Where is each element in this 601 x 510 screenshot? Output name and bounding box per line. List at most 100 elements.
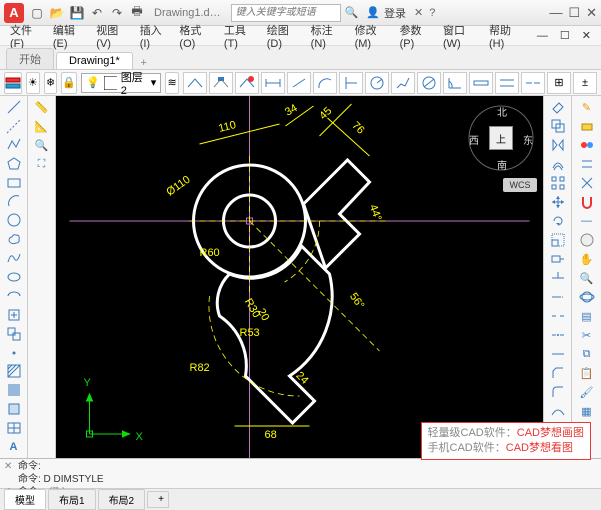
spline-tool[interactable]: [3, 249, 25, 267]
menu-format[interactable]: 格式(O): [175, 22, 215, 50]
menu-param[interactable]: 参数(P): [396, 22, 435, 50]
menu-window[interactable]: 窗口(W): [439, 22, 481, 50]
tab-add-button[interactable]: +: [135, 57, 153, 69]
clipboard-copy-tool[interactable]: ⧉: [576, 345, 598, 363]
layer-combo[interactable]: 💡 图层2 ▾: [81, 73, 161, 93]
menu-file[interactable]: 文件(F): [6, 22, 45, 50]
hatch-tool[interactable]: [3, 362, 25, 380]
stretch-tool[interactable]: [547, 250, 569, 268]
magnet-tool[interactable]: [576, 193, 598, 211]
dim-space-icon[interactable]: ⊞: [547, 72, 571, 94]
wcs-badge[interactable]: WCS: [503, 178, 537, 192]
dim-diameter-icon[interactable]: [417, 72, 441, 94]
gradient-tool[interactable]: [3, 381, 25, 399]
tab-drawing1[interactable]: Drawing1*: [56, 52, 133, 69]
exchange-icon[interactable]: ✕: [414, 6, 423, 19]
line-tool[interactable]: [3, 98, 25, 116]
fillet-tool[interactable]: [547, 383, 569, 401]
cut-tool[interactable]: ✂: [576, 326, 598, 344]
break-point-tool[interactable]: [547, 307, 569, 325]
mirror-tool[interactable]: [547, 136, 569, 154]
trim-tool[interactable]: [547, 269, 569, 287]
doc-restore-icon[interactable]: ☐: [556, 29, 574, 42]
dim-radius-icon[interactable]: [365, 72, 389, 94]
menu-tools[interactable]: 工具(T): [220, 22, 259, 50]
dim-angular-icon[interactable]: [443, 72, 467, 94]
constraint2-tool[interactable]: [576, 174, 598, 192]
break-tool[interactable]: [547, 326, 569, 344]
close-icon[interactable]: ✕: [586, 5, 597, 21]
maximize-icon[interactable]: ☐: [568, 5, 580, 21]
layer-properties-button[interactable]: [4, 72, 22, 94]
print-icon[interactable]: 🖶: [130, 6, 144, 20]
drawing-canvas[interactable]: 110 34 45 76 44° 56° Ø110 R60 R30 20 R53…: [56, 96, 543, 458]
props2-tool[interactable]: [576, 136, 598, 154]
polyline-tool[interactable]: [3, 136, 25, 154]
layer-iso3-icon[interactable]: [235, 72, 259, 94]
measure-tool[interactable]: 📐: [31, 117, 53, 135]
dim-jog-icon[interactable]: [391, 72, 415, 94]
tab-start[interactable]: 开始: [6, 48, 54, 69]
menu-modify[interactable]: 修改(M): [351, 22, 392, 50]
dim-continue-icon[interactable]: [521, 72, 545, 94]
cmd-close-icon[interactable]: ✕: [4, 460, 16, 472]
doc-minimize-icon[interactable]: —: [533, 30, 552, 42]
open-icon[interactable]: 📂: [50, 6, 64, 20]
search-input[interactable]: [231, 4, 341, 22]
menu-edit[interactable]: 编辑(E): [49, 22, 88, 50]
menu-view[interactable]: 视图(V): [92, 22, 131, 50]
point-tool[interactable]: [3, 344, 25, 362]
offset-tool[interactable]: [547, 155, 569, 173]
table-tool[interactable]: [3, 419, 25, 437]
menu-help[interactable]: 帮助(H): [485, 22, 525, 50]
circle-tool[interactable]: [3, 211, 25, 229]
pan-tool[interactable]: ✋: [576, 250, 598, 268]
array-tool[interactable]: [547, 174, 569, 192]
rectangle-tool[interactable]: [3, 174, 25, 192]
dim-arc-icon[interactable]: [313, 72, 337, 94]
ellipse-tool[interactable]: [3, 268, 25, 286]
props1-tool[interactable]: [576, 117, 598, 135]
ellipse-arc-tool[interactable]: [3, 287, 25, 305]
layer-iso2-icon[interactable]: [209, 72, 233, 94]
new-icon[interactable]: ▢: [30, 6, 44, 20]
text-tool[interactable]: A: [3, 438, 25, 456]
nav-wheel-tool[interactable]: [576, 231, 598, 249]
join-tool[interactable]: [547, 345, 569, 363]
pencil-tool[interactable]: ✎: [576, 98, 598, 116]
dim-baseline-icon[interactable]: [495, 72, 519, 94]
dim-linear-icon[interactable]: [261, 72, 285, 94]
rotate-tool[interactable]: [547, 212, 569, 230]
constraint1-tool[interactable]: [576, 155, 598, 173]
dim-ordinate-icon[interactable]: [339, 72, 363, 94]
menu-dim[interactable]: 标注(N): [307, 22, 347, 50]
layer-state-button[interactable]: ☀: [26, 72, 40, 94]
arc-tool[interactable]: [3, 192, 25, 210]
extend-tool[interactable]: [547, 288, 569, 306]
menu-draw[interactable]: 绘图(D): [263, 22, 303, 50]
match-prop-tool[interactable]: 🖌: [576, 383, 598, 401]
zoom-tool[interactable]: 🔍: [576, 269, 598, 287]
move-tool[interactable]: [547, 193, 569, 211]
region-tool[interactable]: [3, 400, 25, 418]
blend-tool[interactable]: [547, 402, 569, 420]
make-block-tool[interactable]: [3, 325, 25, 343]
undo-icon[interactable]: ↶: [90, 6, 104, 20]
polygon-tool[interactable]: [3, 155, 25, 173]
orbit-tool[interactable]: [576, 288, 598, 306]
erase-tool[interactable]: [547, 98, 569, 116]
copy-tool[interactable]: [547, 117, 569, 135]
menu-insert[interactable]: 插入(I): [136, 22, 172, 50]
chamfer-tool[interactable]: [547, 364, 569, 382]
help-icon[interactable]: ?: [429, 7, 435, 19]
dim-break-icon[interactable]: ±: [573, 72, 597, 94]
doc-close-icon[interactable]: ✕: [578, 29, 595, 42]
scale-tool[interactable]: [547, 231, 569, 249]
dim-aligned-icon[interactable]: [287, 72, 311, 94]
minimize-icon[interactable]: —: [549, 5, 562, 21]
layer-iso-icon[interactable]: [183, 72, 207, 94]
dim-quick-icon[interactable]: [469, 72, 493, 94]
redo-icon[interactable]: ↷: [110, 6, 124, 20]
insert-block-tool[interactable]: [3, 306, 25, 324]
layer-match-button[interactable]: ≋: [165, 72, 179, 94]
